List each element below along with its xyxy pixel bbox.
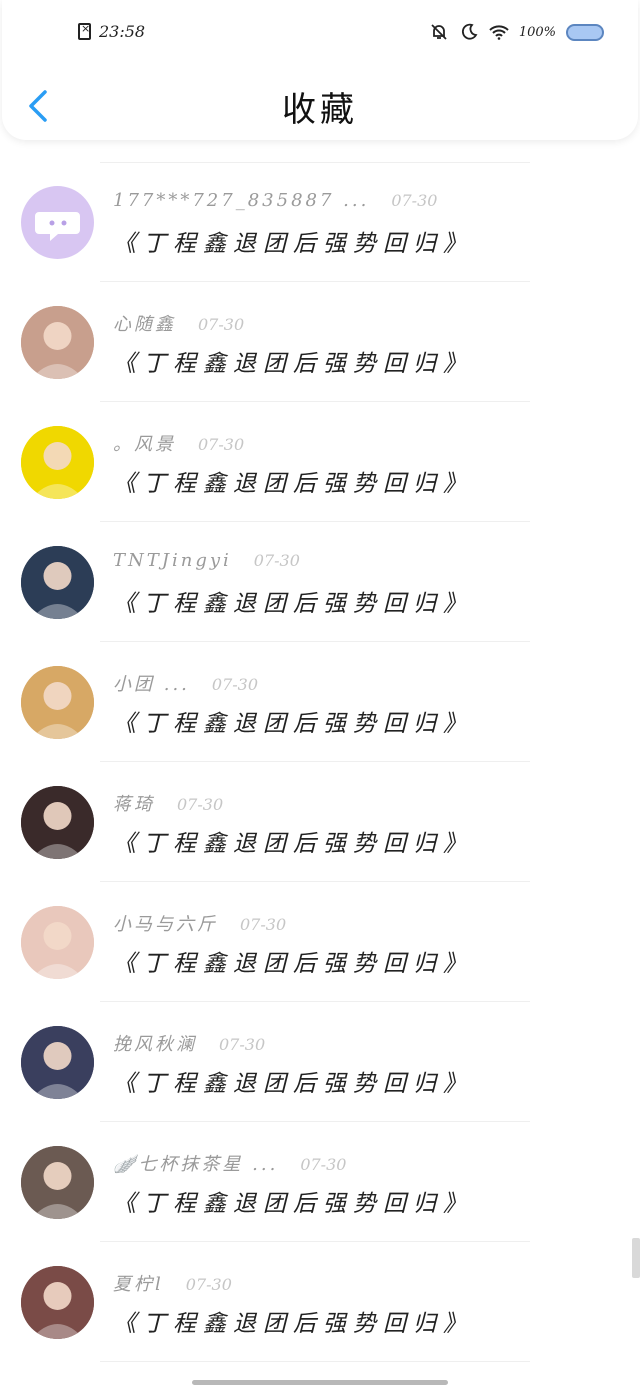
user-name: 🪽七杯抹茶星 ...: [113, 1154, 279, 1175]
avatar[interactable]: [21, 666, 94, 739]
avatar[interactable]: [21, 186, 94, 259]
avatar-photo: [21, 1026, 94, 1099]
avatar[interactable]: [21, 1266, 94, 1339]
user-name: 夏柠l: [113, 1274, 164, 1295]
avatar[interactable]: [21, 906, 94, 979]
item-title[interactable]: 《丁程鑫退团后强势回归》: [113, 704, 473, 738]
item-title[interactable]: 《丁程鑫退团后强势回归》: [113, 344, 473, 378]
sim-error-icon: [78, 22, 91, 40]
item-title[interactable]: 《丁程鑫退团后强势回归》: [113, 824, 473, 858]
battery-icon: [566, 23, 604, 41]
wifi-icon: [489, 22, 509, 42]
user-name: 心随鑫: [113, 314, 176, 335]
avatar-photo: [21, 426, 94, 499]
user-name: 。风景: [113, 434, 176, 455]
status-time: 23:58: [99, 22, 146, 41]
date: 07-30: [391, 191, 438, 210]
list-item[interactable]: 。风景 07-30 《丁程鑫退团后强势回归》: [0, 402, 640, 522]
page-title: 收藏: [282, 90, 358, 130]
item-title[interactable]: 《丁程鑫退团后强势回归》: [113, 1064, 473, 1098]
user-name: 小马与六斤: [113, 914, 218, 935]
status-bar: 23:58 100%: [0, 0, 640, 62]
scrollbar-thumb[interactable]: [632, 1238, 640, 1278]
item-title[interactable]: 《丁程鑫退团后强势回归》: [113, 944, 473, 978]
avatar[interactable]: [21, 1026, 94, 1099]
list-item[interactable]: 挽风秋澜 07-30 《丁程鑫退团后强势回归》: [0, 1002, 640, 1122]
moon-icon: [459, 22, 479, 42]
list-item[interactable]: 小团 ... 07-30 《丁程鑫退团后强势回归》: [0, 642, 640, 762]
list-item[interactable]: 🪽七杯抹茶星 ... 07-30 《丁程鑫退团后强势回归》: [0, 1122, 640, 1242]
avatar[interactable]: [21, 426, 94, 499]
avatar-photo: [21, 666, 94, 739]
avatar-photo: [21, 306, 94, 379]
user-name: 挽风秋澜: [113, 1034, 197, 1055]
avatar[interactable]: [21, 1146, 94, 1219]
date: 07-30: [198, 435, 245, 454]
item-title[interactable]: 《丁程鑫退团后强势回归》: [113, 1304, 473, 1338]
user-name: 小团 ...: [113, 674, 190, 695]
bell-off-icon: [429, 22, 449, 42]
list-item[interactable]: TNTJingyi 07-30 《丁程鑫退团后强势回归》: [0, 522, 640, 642]
avatar[interactable]: [21, 306, 94, 379]
date: 07-30: [219, 1035, 266, 1054]
date: 07-30: [185, 1275, 232, 1294]
chat-bubble-icon: [21, 186, 94, 259]
date: 07-30: [177, 795, 224, 814]
home-indicator[interactable]: [192, 1380, 448, 1385]
list-item[interactable]: 心随鑫 07-30 《丁程鑫退团后强势回归》: [0, 282, 640, 402]
list-item[interactable]: 蒋琦 07-30 《丁程鑫退团后强势回归》: [0, 762, 640, 882]
avatar[interactable]: [21, 546, 94, 619]
avatar-photo: [21, 1266, 94, 1339]
item-title[interactable]: 《丁程鑫退团后强势回归》: [113, 224, 473, 258]
favorites-list: 177***727_835887 ... 07-30 《丁程鑫退团后强势回归》 心…: [0, 162, 640, 1362]
list-item[interactable]: 夏柠l 07-30 《丁程鑫退团后强势回归》: [0, 1242, 640, 1362]
date: 07-30: [211, 675, 259, 694]
avatar[interactable]: [21, 786, 94, 859]
user-name: TNTJingyi: [113, 550, 232, 571]
avatar-photo: [21, 1146, 94, 1219]
battery-percent: 100%: [518, 24, 556, 40]
avatar-photo: [21, 786, 94, 859]
item-title[interactable]: 《丁程鑫退团后强势回归》: [113, 1184, 473, 1218]
avatar-photo: [21, 906, 94, 979]
date: 07-30: [300, 1155, 347, 1174]
avatar-photo: [21, 546, 94, 619]
list-item[interactable]: 177***727_835887 ... 07-30 《丁程鑫退团后强势回归》: [0, 162, 640, 282]
divider: [100, 1361, 530, 1362]
date: 07-30: [198, 315, 245, 334]
date: 07-30: [253, 551, 300, 570]
item-title[interactable]: 《丁程鑫退团后强势回归》: [113, 584, 473, 618]
item-title[interactable]: 《丁程鑫退团后强势回归》: [113, 464, 473, 498]
list-item[interactable]: 小马与六斤 07-30 《丁程鑫退团后强势回归》: [0, 882, 640, 1002]
user-name: 177***727_835887 ...: [113, 190, 370, 211]
date: 07-30: [240, 915, 287, 934]
user-name: 蒋琦: [113, 794, 155, 815]
